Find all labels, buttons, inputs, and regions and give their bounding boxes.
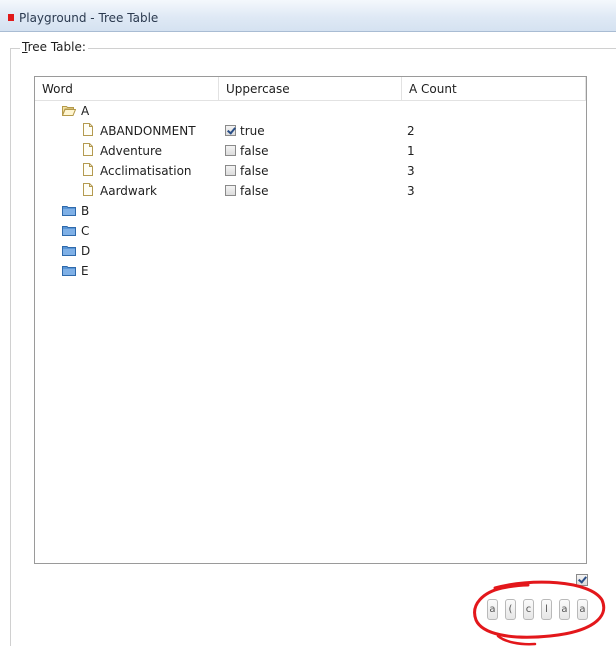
table-row[interactable]: Acclimatisation false 3 — [35, 161, 586, 181]
column-header-uppercase[interactable]: Uppercase — [219, 77, 402, 100]
mini-button-6[interactable]: a — [577, 599, 588, 620]
cell-word: Adventure — [100, 144, 163, 158]
option-checkbox[interactable] — [576, 574, 588, 586]
column-header-a-count[interactable]: A Count — [402, 77, 586, 100]
tree-table[interactable]: Word Uppercase A Count A ABANDONMENT tru… — [34, 76, 587, 564]
cell-a-count: 2 — [407, 124, 415, 138]
table-row[interactable]: ABANDONMENT true 2 — [35, 121, 586, 141]
file-icon — [83, 163, 93, 176]
cell-a-count: 1 — [407, 144, 415, 158]
tree-row-folder-a[interactable]: A — [35, 101, 586, 121]
cell-a-count: 3 — [407, 164, 415, 178]
folder-label: B — [81, 204, 90, 218]
folder-icon — [62, 246, 76, 256]
file-icon — [83, 123, 93, 136]
tree-row-folder-b[interactable]: B — [35, 201, 586, 221]
table-row[interactable]: Adventure false 1 — [35, 141, 586, 161]
cell-word: ABANDONMENT — [100, 124, 196, 138]
cell-word: Acclimatisation — [100, 164, 192, 178]
folder-icon — [62, 206, 76, 216]
column-header-word[interactable]: Word — [35, 77, 219, 100]
mini-button-2[interactable]: ( — [505, 599, 516, 620]
uppercase-checkbox[interactable] — [225, 145, 236, 156]
tree-row-folder-e[interactable]: E — [35, 261, 586, 281]
cell-uppercase: false — [240, 164, 269, 178]
folder-label: A — [81, 104, 90, 118]
tree-row-folder-d[interactable]: D — [35, 241, 586, 261]
uppercase-checkbox[interactable] — [225, 125, 236, 136]
table-header: Word Uppercase A Count — [35, 77, 586, 101]
app-icon — [8, 14, 14, 21]
window-title: Playground - Tree Table — [19, 11, 159, 25]
cell-uppercase: false — [240, 184, 269, 198]
table-row[interactable]: Aardwark false 3 — [35, 181, 586, 201]
file-icon — [83, 183, 93, 196]
folder-icon — [62, 226, 76, 236]
cell-uppercase: false — [240, 144, 269, 158]
mini-button-1[interactable]: a — [487, 599, 498, 620]
group-label-text: ree Table: — [27, 40, 86, 54]
file-icon — [83, 143, 93, 156]
cell-word: Aardwark — [100, 184, 157, 198]
folder-label: E — [81, 264, 89, 278]
folder-label: C — [81, 224, 90, 238]
uppercase-checkbox[interactable] — [225, 165, 236, 176]
open-folder-icon — [62, 106, 76, 116]
cell-uppercase: true — [240, 124, 265, 138]
tree-row-folder-c[interactable]: C — [35, 221, 586, 241]
folder-icon — [62, 266, 76, 276]
mini-button-5[interactable]: a — [559, 599, 570, 620]
mini-button-4[interactable]: l — [541, 599, 552, 620]
cell-a-count: 3 — [407, 184, 415, 198]
group-label: Tree Table: — [20, 40, 88, 54]
uppercase-checkbox[interactable] — [225, 185, 236, 196]
folder-label: D — [81, 244, 91, 258]
mini-button-3[interactable]: c — [523, 599, 534, 620]
title-bar: Playground - Tree Table — [0, 0, 616, 32]
